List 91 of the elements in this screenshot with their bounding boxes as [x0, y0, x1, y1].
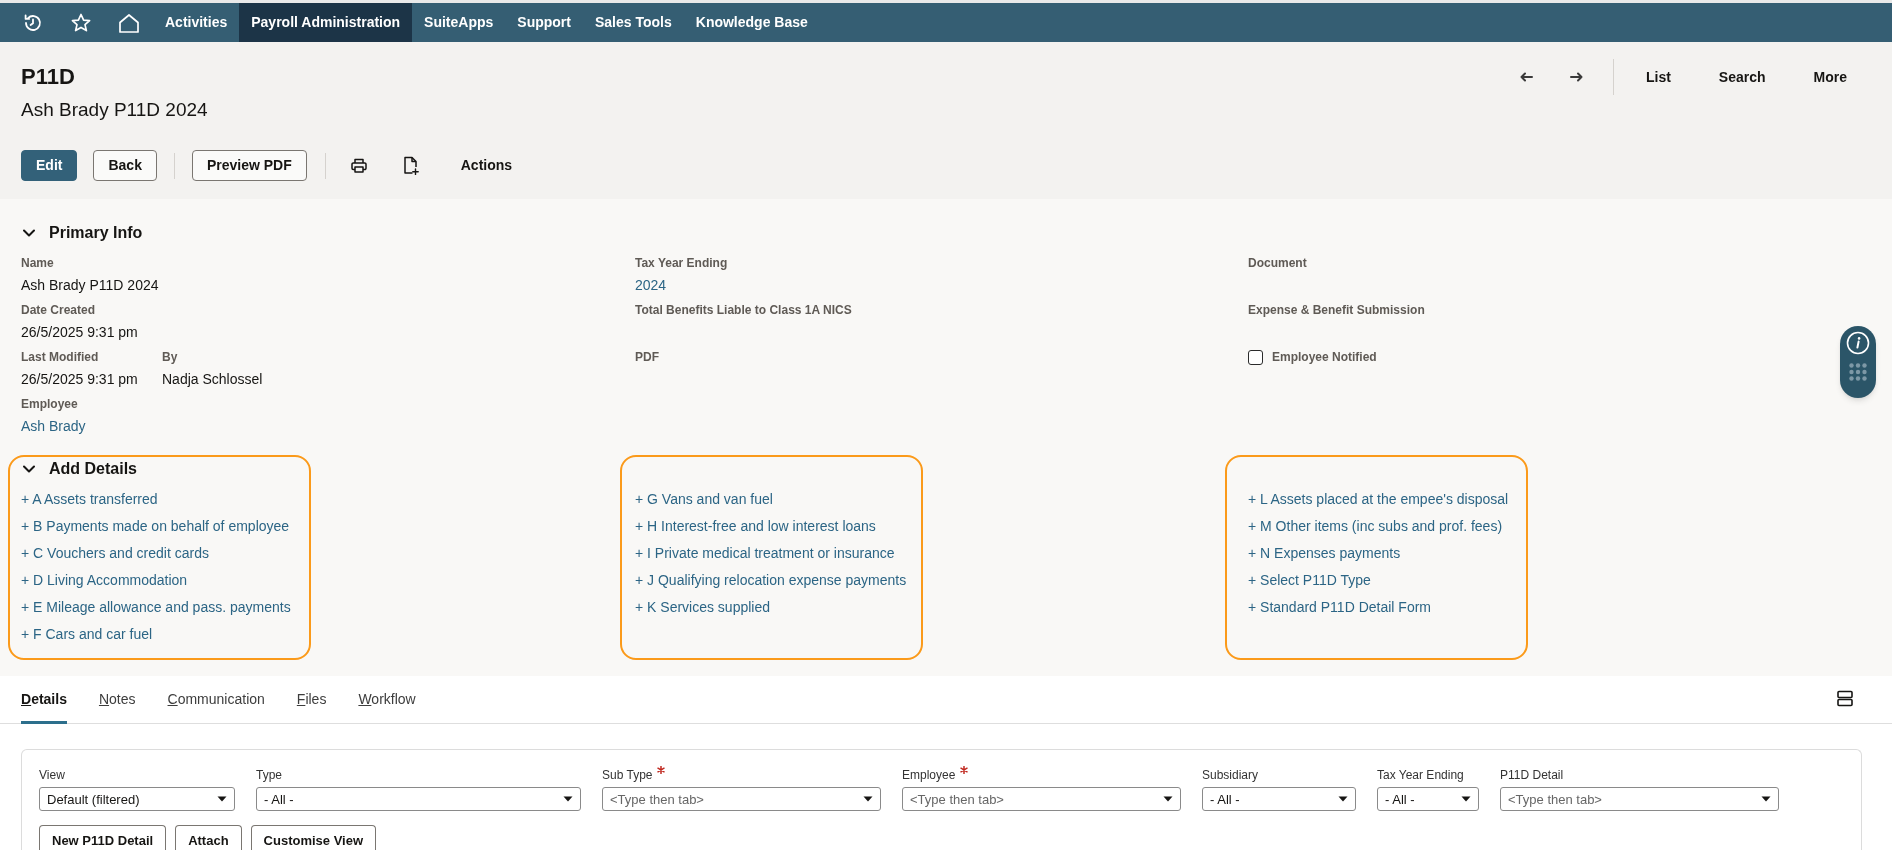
filter-label: P11D Detail — [1500, 767, 1564, 783]
page-link[interactable]: List — [1621, 66, 1695, 88]
caret-down-icon — [1761, 796, 1771, 802]
subtab[interactable]: Workflow — [358, 676, 416, 724]
field-label: Document — [1248, 255, 1307, 271]
subtab[interactable]: Notes — [98, 676, 136, 724]
back-button[interactable]: Back — [93, 150, 157, 181]
subtab[interactable]: Files — [296, 676, 327, 724]
field-link[interactable]: Ash Brady — [21, 416, 86, 436]
dropdown-field[interactable]: <Type then tab> — [1500, 787, 1779, 811]
actions-menu[interactable]: Actions — [460, 155, 513, 176]
caret-down-icon — [217, 796, 227, 802]
caret-down-icon — [863, 796, 873, 802]
filter-label: Employee — [902, 767, 956, 783]
list-toolbar-button[interactable]: Attach — [175, 825, 242, 850]
caret-down-icon — [1163, 796, 1173, 802]
section-title: Add Details — [49, 459, 137, 479]
add-detail-link[interactable]: + B Payments made on behalf of employee — [21, 513, 290, 540]
chevron-down-icon[interactable] — [23, 465, 35, 473]
field-label: Employee — [21, 396, 78, 412]
filter-label: Type — [256, 767, 282, 783]
nav-menu-item[interactable]: Activities — [153, 3, 240, 42]
add-detail-link[interactable]: + A Assets transferred — [21, 486, 158, 513]
field-label: Last Modified — [21, 349, 99, 365]
filter-label: Subsidiary — [1202, 767, 1259, 783]
subtab[interactable]: Details — [21, 676, 67, 724]
add-detail-link[interactable]: + H Interest-free and low interest loans — [635, 513, 876, 540]
add-detail-link[interactable]: + K Services supplied — [635, 594, 771, 621]
record-name: Ash Brady P11D 2024 — [21, 98, 208, 122]
nav-menu-item[interactable]: Payroll Administration — [239, 3, 413, 42]
add-detail-link[interactable]: + F Cars and car fuel — [21, 621, 153, 648]
checkbox[interactable] — [1248, 349, 1263, 365]
add-detail-link[interactable]: + I Private medical treatment or insurance — [635, 540, 895, 567]
edit-button[interactable]: Edit — [21, 150, 78, 181]
field-label: By — [162, 349, 178, 365]
record-type-title: P11D — [21, 63, 75, 91]
printer-icon[interactable] — [350, 158, 367, 173]
field-label: Tax Year Ending — [635, 255, 728, 271]
page-link[interactable]: Search — [1694, 66, 1790, 88]
field-label: Date Created — [21, 302, 96, 318]
list-toolbar-button[interactable]: New P11D Detail — [39, 825, 167, 850]
stacked-rows-icon[interactable] — [1837, 690, 1853, 707]
add-detail-link[interactable]: + Standard P11D Detail Form — [1248, 594, 1431, 621]
section-title: Primary Info — [49, 223, 143, 243]
home-icon[interactable] — [117, 11, 141, 34]
nav-menu-item[interactable]: SuiteApps — [412, 3, 506, 42]
page-link[interactable]: More — [1789, 66, 1871, 88]
filter-label: Sub Type — [602, 767, 653, 783]
add-detail-link[interactable]: + D Living Accommodation — [21, 567, 188, 594]
add-detail-link[interactable]: + G Vans and van fuel — [635, 486, 773, 513]
dropdown-field[interactable]: - All - — [256, 787, 581, 811]
add-detail-link[interactable]: + L Assets placed at the empee's disposal — [1248, 486, 1509, 513]
field-value: 26/5/2025 9:31 pm — [21, 370, 138, 389]
caret-down-icon — [563, 796, 573, 802]
subtab[interactable]: Communication — [167, 676, 265, 724]
field-label: Expense & Benefit Submission — [1248, 302, 1425, 318]
list-toolbar-button[interactable]: Customise View — [250, 825, 377, 850]
add-detail-link[interactable]: + M Other items (inc subs and prof. fees) — [1248, 513, 1503, 540]
add-detail-link[interactable]: + C Vouchers and credit cards — [21, 540, 209, 567]
field-value: Ash Brady P11D 2024 — [21, 276, 159, 295]
right-arrow-icon[interactable] — [1569, 72, 1584, 82]
dots-grid-icon[interactable] — [1849, 363, 1867, 381]
add-detail-link[interactable]: + J Qualifying relocation expense payments — [635, 567, 907, 594]
preview-pdf-button[interactable]: Preview PDF — [191, 150, 307, 181]
add-detail-link[interactable]: + Select P11D Type — [1248, 567, 1371, 594]
dropdown-field[interactable]: - All - — [1202, 787, 1356, 811]
field-label: Name — [21, 255, 54, 271]
document-plus-icon[interactable] — [402, 156, 419, 175]
field-label: Total Benefits Liable to Class 1A NICS — [635, 302, 852, 318]
info-icon[interactable] — [1846, 331, 1870, 355]
filter-label: Tax Year Ending — [1377, 767, 1464, 783]
add-detail-link[interactable]: + N Expenses payments — [1248, 540, 1401, 567]
caret-down-icon — [1461, 796, 1471, 802]
star-icon[interactable] — [70, 11, 92, 34]
checkbox-label: Employee Notified — [1272, 349, 1377, 365]
field-label: PDF — [635, 349, 659, 365]
dropdown-field[interactable]: - All - — [1377, 787, 1479, 811]
nav-menu-item[interactable]: Sales Tools — [583, 3, 684, 42]
add-detail-link[interactable]: + E Mileage allowance and pass. payments — [21, 594, 291, 621]
caret-down-icon — [1338, 796, 1348, 802]
field-value: Nadja Schlossel — [162, 370, 263, 389]
field-link[interactable]: 2024 — [635, 275, 667, 295]
filter-label: View — [39, 767, 65, 783]
dropdown-field[interactable]: Default (filtered) — [39, 787, 235, 811]
left-arrow-icon[interactable] — [1518, 72, 1533, 82]
nav-menu-item[interactable]: Support — [505, 3, 583, 42]
field-value: 26/5/2025 9:31 pm — [21, 323, 138, 342]
dropdown-field[interactable]: <Type then tab> — [602, 787, 881, 811]
chevron-down-icon[interactable] — [23, 229, 35, 237]
dropdown-field[interactable]: <Type then tab> — [902, 787, 1181, 811]
nav-menu-item[interactable]: Knowledge Base — [683, 3, 820, 42]
